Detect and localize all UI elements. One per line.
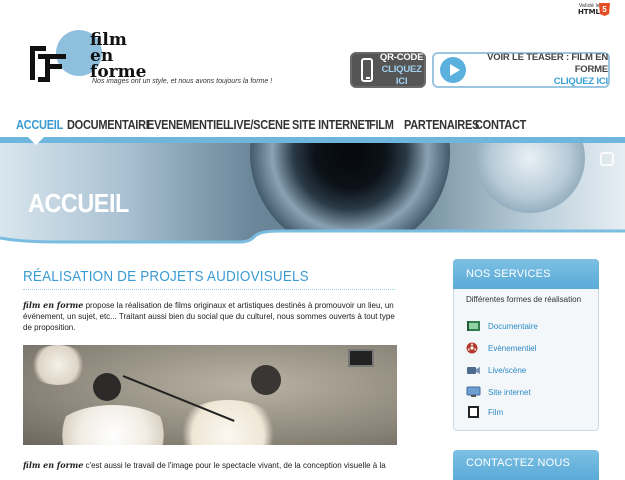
nav-item-site-internet[interactable]: SITE INTERNET bbox=[292, 118, 371, 132]
intro-brand: film en forme bbox=[23, 300, 84, 310]
banner-logo-icon bbox=[600, 152, 614, 166]
nav-item-live-scene[interactable]: LIVE/SCENE bbox=[227, 118, 290, 132]
intro-paragraph: film en forme propose la réalisation de … bbox=[23, 300, 398, 333]
teaser-button[interactable]: VOIR LE TEASER : FILM EN FORME CLIQUEZ I… bbox=[432, 52, 610, 88]
active-nav-pointer bbox=[28, 137, 44, 145]
nav-item-evenementiel[interactable]: EVENEMENTIEL bbox=[147, 118, 230, 132]
film-icon bbox=[468, 406, 479, 418]
monitor-icon bbox=[466, 386, 481, 397]
nav-item-documentaire[interactable]: DOCUMENTAIRE bbox=[67, 118, 153, 132]
tail-brand: film en forme bbox=[23, 460, 84, 470]
teaser-button-line2: CLIQUEZ ICI bbox=[553, 76, 608, 87]
section-divider bbox=[23, 289, 395, 290]
tagline: Nos images ont un style, et nous avons t… bbox=[92, 78, 273, 85]
nav-item-contact[interactable]: CONTACT bbox=[475, 118, 526, 132]
logo-text[interactable]: film en forme bbox=[90, 32, 146, 81]
camera-lens-highlight bbox=[475, 143, 585, 213]
service-item-documentaire[interactable]: Documentaire bbox=[466, 320, 538, 332]
service-item-site-internet[interactable]: Site internet bbox=[466, 386, 531, 398]
photo-detail bbox=[348, 349, 374, 367]
photo-detail bbox=[28, 345, 88, 385]
services-title: NOS SERVICES bbox=[466, 268, 551, 280]
section-title: RÉALISATION DE PROJETS AUDIOVISUELS bbox=[23, 268, 309, 285]
contact-panel-title: CONTACTEZ NOUS bbox=[466, 457, 571, 469]
banner-bottom-curve bbox=[0, 229, 625, 248]
service-item-live-scene[interactable]: Live/scène bbox=[466, 364, 526, 376]
logo-mark-icon[interactable] bbox=[26, 42, 70, 86]
phone-icon bbox=[361, 58, 374, 82]
nav-item-partenaires[interactable]: PARTENAIRES bbox=[404, 118, 479, 132]
photo-detail bbox=[251, 365, 281, 395]
html5-shield-icon: 5 bbox=[599, 3, 610, 16]
html5-validation-badge[interactable]: Validé le HTML bbox=[576, 3, 600, 16]
film-strip-icon bbox=[467, 321, 480, 331]
service-label: Documentaire bbox=[488, 321, 538, 331]
qr-button-line2: CLIQUEZ ICI bbox=[381, 64, 422, 87]
play-icon bbox=[440, 57, 466, 83]
film-reel-icon bbox=[466, 342, 478, 354]
photo-detail bbox=[93, 373, 121, 401]
tail-paragraph: film en forme c'est aussi le travail de … bbox=[23, 460, 398, 470]
service-label: Live/scène bbox=[488, 365, 527, 375]
camera-icon bbox=[467, 367, 480, 374]
service-label: Site internet bbox=[488, 387, 531, 397]
tail-text: c'est aussi le travail de l'image pour l… bbox=[83, 461, 386, 470]
qr-button-line1: QR-CODE bbox=[379, 52, 424, 63]
photo-detail bbox=[53, 405, 173, 445]
service-label: Film bbox=[488, 407, 504, 417]
html5-badge-label: HTML bbox=[577, 8, 600, 16]
service-item-film[interactable]: Film bbox=[466, 406, 503, 418]
nav-item-accueil[interactable]: ACCUEIL bbox=[16, 118, 63, 132]
qr-code-button[interactable]: QR-CODE CLIQUEZ ICI bbox=[350, 52, 426, 88]
photo-detail bbox=[173, 400, 283, 445]
service-item-evenementiel[interactable]: Evènementiel bbox=[466, 342, 536, 354]
nav-item-film[interactable]: FILM bbox=[369, 118, 394, 132]
services-subtitle: Différentes formes de réalisation bbox=[466, 295, 582, 304]
filming-photo bbox=[23, 345, 397, 445]
teaser-button-line1: VOIR LE TEASER : FILM EN FORME bbox=[487, 52, 608, 75]
page-title: ACCUEIL bbox=[28, 188, 129, 218]
service-label: Evènementiel bbox=[488, 343, 537, 353]
